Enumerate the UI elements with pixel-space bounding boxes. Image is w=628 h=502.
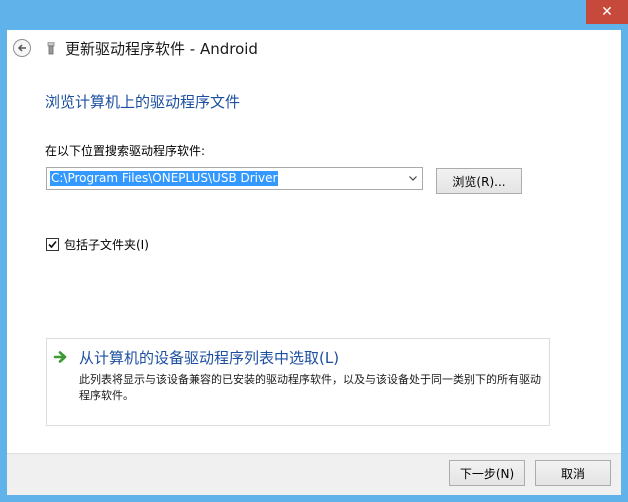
page-heading: 浏览计算机上的驱动程序文件 (45, 93, 241, 111)
back-arrow-icon (17, 44, 26, 52)
include-subfolders-option[interactable]: 包括子文件夹(I) (46, 236, 149, 252)
search-location-label: 在以下位置搜索驱动程序软件: (45, 144, 206, 158)
dialog-client: 更新驱动程序软件 - Android 浏览计算机上的驱动程序文件 在以下位置搜索… (7, 30, 621, 495)
usb-device-icon (47, 42, 55, 55)
path-input-value[interactable]: C:\Program Files\ONEPLUS\USB Driver (50, 171, 279, 186)
back-button[interactable] (13, 39, 31, 57)
dialog-content: 浏览计算机上的驱动程序文件 在以下位置搜索驱动程序软件: C:\Program … (21, 67, 621, 453)
cancel-button[interactable]: 取消 (535, 460, 611, 486)
pick-from-list-option[interactable]: 从计算机的设备驱动程序列表中选取(L) 此列表将显示与该设备兼容的已安装的驱动程… (46, 338, 550, 426)
window-frame: ✕ 更新驱动程序软件 - Android 浏览计算机上的驱动程序文件 在以下位置… (0, 0, 628, 502)
dropdown-arrow-icon (409, 176, 417, 181)
browse-button[interactable]: 浏览(R)... (436, 168, 522, 194)
close-icon: ✕ (601, 4, 613, 20)
close-button[interactable]: ✕ (586, 0, 628, 24)
checkmark-icon (48, 240, 57, 248)
pick-from-list-description: 此列表将显示与该设备兼容的已安装的驱动程序软件，以及与该设备处于同一类别下的所有… (79, 373, 541, 402)
pick-from-list-title[interactable]: 从计算机的设备驱动程序列表中选取(L) (79, 347, 339, 368)
dialog-header: 更新驱动程序软件 - Android (7, 30, 621, 67)
window-title: 更新驱动程序软件 - Android (65, 40, 258, 58)
dialog-footer: 下一步(N) 取消 (7, 453, 621, 495)
include-subfolders-label: 包括子文件夹(I) (64, 237, 149, 252)
path-combobox[interactable]: C:\Program Files\ONEPLUS\USB Driver (46, 167, 423, 190)
include-subfolders-checkbox[interactable] (46, 237, 59, 251)
next-button[interactable]: 下一步(N) (449, 460, 525, 486)
combobox-dropdown-button[interactable] (406, 171, 420, 186)
green-arrow-icon (53, 351, 67, 363)
